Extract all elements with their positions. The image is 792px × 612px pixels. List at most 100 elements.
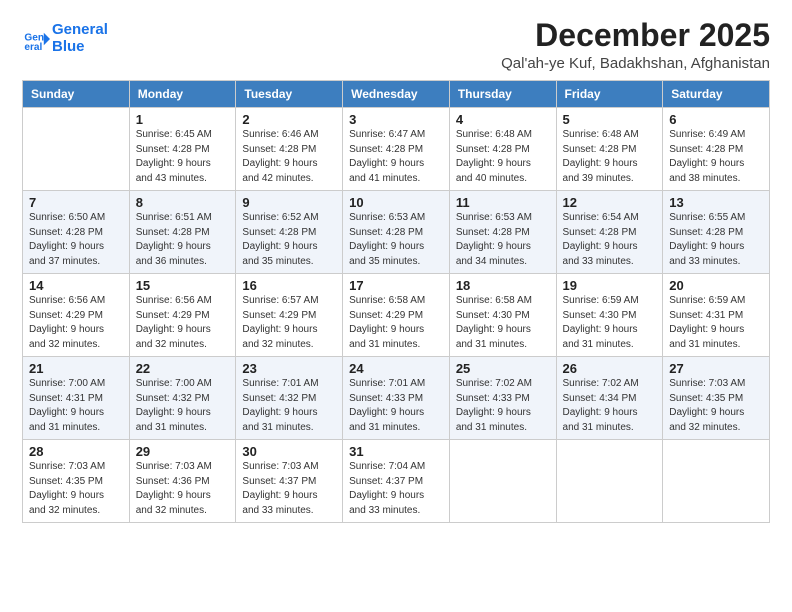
calendar-cell: 16Sunrise: 6:57 AMSunset: 4:29 PMDayligh… xyxy=(236,274,343,357)
day-number: 13 xyxy=(669,195,763,210)
day-number: 26 xyxy=(563,361,657,376)
calendar-cell: 29Sunrise: 7:03 AMSunset: 4:36 PMDayligh… xyxy=(129,440,236,523)
page: Gen eral General Blue December 2025 Qal'… xyxy=(0,0,792,612)
day-info: Sunrise: 7:00 AMSunset: 4:32 PMDaylight:… xyxy=(136,377,230,435)
calendar-cell: 28Sunrise: 7:03 AMSunset: 4:35 PMDayligh… xyxy=(23,440,130,523)
subtitle: Qal'ah-ye Kuf, Badakhshan, Afghanistan xyxy=(501,55,770,72)
logo-blue: Blue xyxy=(52,38,85,55)
calendar-header-row: Sunday Monday Tuesday Wednesday Thursday… xyxy=(23,81,770,108)
calendar-cell: 31Sunrise: 7:04 AMSunset: 4:37 PMDayligh… xyxy=(343,440,450,523)
day-info: Sunrise: 6:59 AMSunset: 4:31 PMDaylight:… xyxy=(669,294,763,352)
calendar-cell: 3Sunrise: 6:47 AMSunset: 4:28 PMDaylight… xyxy=(343,108,450,191)
calendar-cell: 17Sunrise: 6:58 AMSunset: 4:29 PMDayligh… xyxy=(343,274,450,357)
day-number: 24 xyxy=(349,361,443,376)
calendar-cell: 20Sunrise: 6:59 AMSunset: 4:31 PMDayligh… xyxy=(663,274,770,357)
day-info: Sunrise: 6:49 AMSunset: 4:28 PMDaylight:… xyxy=(669,128,763,186)
logo-icon: Gen eral xyxy=(22,25,50,53)
calendar-cell: 30Sunrise: 7:03 AMSunset: 4:37 PMDayligh… xyxy=(236,440,343,523)
calendar-week-row: 1Sunrise: 6:45 AMSunset: 4:28 PMDaylight… xyxy=(23,108,770,191)
main-title: December 2025 xyxy=(501,18,770,53)
day-info: Sunrise: 6:58 AMSunset: 4:29 PMDaylight:… xyxy=(349,294,443,352)
day-number: 5 xyxy=(563,112,657,127)
calendar-cell: 21Sunrise: 7:00 AMSunset: 4:31 PMDayligh… xyxy=(23,357,130,440)
calendar-cell: 10Sunrise: 6:53 AMSunset: 4:28 PMDayligh… xyxy=(343,191,450,274)
day-info: Sunrise: 7:02 AMSunset: 4:33 PMDaylight:… xyxy=(456,377,550,435)
day-number: 28 xyxy=(29,444,123,459)
col-monday: Monday xyxy=(129,81,236,108)
day-info: Sunrise: 6:48 AMSunset: 4:28 PMDaylight:… xyxy=(563,128,657,186)
col-thursday: Thursday xyxy=(449,81,556,108)
day-info: Sunrise: 6:50 AMSunset: 4:28 PMDaylight:… xyxy=(29,211,123,269)
day-number: 7 xyxy=(29,195,123,210)
calendar-cell: 23Sunrise: 7:01 AMSunset: 4:32 PMDayligh… xyxy=(236,357,343,440)
day-number: 23 xyxy=(242,361,336,376)
day-number: 17 xyxy=(349,278,443,293)
day-number: 29 xyxy=(136,444,230,459)
calendar-cell: 15Sunrise: 6:56 AMSunset: 4:29 PMDayligh… xyxy=(129,274,236,357)
calendar-cell: 9Sunrise: 6:52 AMSunset: 4:28 PMDaylight… xyxy=(236,191,343,274)
calendar-cell: 11Sunrise: 6:53 AMSunset: 4:28 PMDayligh… xyxy=(449,191,556,274)
day-info: Sunrise: 6:59 AMSunset: 4:30 PMDaylight:… xyxy=(563,294,657,352)
day-info: Sunrise: 6:55 AMSunset: 4:28 PMDaylight:… xyxy=(669,211,763,269)
calendar-cell: 19Sunrise: 6:59 AMSunset: 4:30 PMDayligh… xyxy=(556,274,663,357)
day-info: Sunrise: 6:47 AMSunset: 4:28 PMDaylight:… xyxy=(349,128,443,186)
day-info: Sunrise: 7:03 AMSunset: 4:36 PMDaylight:… xyxy=(136,460,230,518)
day-info: Sunrise: 7:03 AMSunset: 4:35 PMDaylight:… xyxy=(669,377,763,435)
calendar-cell: 6Sunrise: 6:49 AMSunset: 4:28 PMDaylight… xyxy=(663,108,770,191)
calendar-week-row: 7Sunrise: 6:50 AMSunset: 4:28 PMDaylight… xyxy=(23,191,770,274)
day-info: Sunrise: 7:03 AMSunset: 4:35 PMDaylight:… xyxy=(29,460,123,518)
day-number: 31 xyxy=(349,444,443,459)
day-number: 14 xyxy=(29,278,123,293)
day-info: Sunrise: 7:03 AMSunset: 4:37 PMDaylight:… xyxy=(242,460,336,518)
day-info: Sunrise: 6:51 AMSunset: 4:28 PMDaylight:… xyxy=(136,211,230,269)
day-info: Sunrise: 6:48 AMSunset: 4:28 PMDaylight:… xyxy=(456,128,550,186)
calendar-cell: 22Sunrise: 7:00 AMSunset: 4:32 PMDayligh… xyxy=(129,357,236,440)
calendar-cell xyxy=(449,440,556,523)
calendar-week-row: 21Sunrise: 7:00 AMSunset: 4:31 PMDayligh… xyxy=(23,357,770,440)
day-number: 10 xyxy=(349,195,443,210)
day-info: Sunrise: 7:02 AMSunset: 4:34 PMDaylight:… xyxy=(563,377,657,435)
calendar-cell: 25Sunrise: 7:02 AMSunset: 4:33 PMDayligh… xyxy=(449,357,556,440)
day-number: 25 xyxy=(456,361,550,376)
day-number: 27 xyxy=(669,361,763,376)
day-number: 22 xyxy=(136,361,230,376)
day-number: 18 xyxy=(456,278,550,293)
day-number: 8 xyxy=(136,195,230,210)
day-info: Sunrise: 6:58 AMSunset: 4:30 PMDaylight:… xyxy=(456,294,550,352)
header: Gen eral General Blue December 2025 Qal'… xyxy=(22,18,770,72)
day-info: Sunrise: 7:01 AMSunset: 4:33 PMDaylight:… xyxy=(349,377,443,435)
day-number: 21 xyxy=(29,361,123,376)
calendar-cell: 13Sunrise: 6:55 AMSunset: 4:28 PMDayligh… xyxy=(663,191,770,274)
day-info: Sunrise: 6:53 AMSunset: 4:28 PMDaylight:… xyxy=(456,211,550,269)
logo-general: General xyxy=(52,21,108,38)
calendar-cell: 12Sunrise: 6:54 AMSunset: 4:28 PMDayligh… xyxy=(556,191,663,274)
day-number: 16 xyxy=(242,278,336,293)
day-info: Sunrise: 7:00 AMSunset: 4:31 PMDaylight:… xyxy=(29,377,123,435)
day-info: Sunrise: 6:45 AMSunset: 4:28 PMDaylight:… xyxy=(136,128,230,186)
day-info: Sunrise: 6:53 AMSunset: 4:28 PMDaylight:… xyxy=(349,211,443,269)
day-number: 30 xyxy=(242,444,336,459)
day-info: Sunrise: 6:46 AMSunset: 4:28 PMDaylight:… xyxy=(242,128,336,186)
col-tuesday: Tuesday xyxy=(236,81,343,108)
calendar-cell: 8Sunrise: 6:51 AMSunset: 4:28 PMDaylight… xyxy=(129,191,236,274)
calendar-week-row: 14Sunrise: 6:56 AMSunset: 4:29 PMDayligh… xyxy=(23,274,770,357)
day-number: 9 xyxy=(242,195,336,210)
logo: Gen eral General Blue xyxy=(22,22,108,55)
day-number: 3 xyxy=(349,112,443,127)
day-number: 20 xyxy=(669,278,763,293)
calendar-cell xyxy=(663,440,770,523)
svg-text:eral: eral xyxy=(24,41,42,52)
col-wednesday: Wednesday xyxy=(343,81,450,108)
day-number: 1 xyxy=(136,112,230,127)
calendar-cell: 18Sunrise: 6:58 AMSunset: 4:30 PMDayligh… xyxy=(449,274,556,357)
calendar-table: Sunday Monday Tuesday Wednesday Thursday… xyxy=(22,80,770,523)
day-info: Sunrise: 6:56 AMSunset: 4:29 PMDaylight:… xyxy=(29,294,123,352)
calendar-cell: 1Sunrise: 6:45 AMSunset: 4:28 PMDaylight… xyxy=(129,108,236,191)
calendar-cell: 27Sunrise: 7:03 AMSunset: 4:35 PMDayligh… xyxy=(663,357,770,440)
day-number: 2 xyxy=(242,112,336,127)
day-number: 15 xyxy=(136,278,230,293)
day-number: 12 xyxy=(563,195,657,210)
col-sunday: Sunday xyxy=(23,81,130,108)
day-info: Sunrise: 7:01 AMSunset: 4:32 PMDaylight:… xyxy=(242,377,336,435)
title-block: December 2025 Qal'ah-ye Kuf, Badakhshan,… xyxy=(501,18,770,72)
